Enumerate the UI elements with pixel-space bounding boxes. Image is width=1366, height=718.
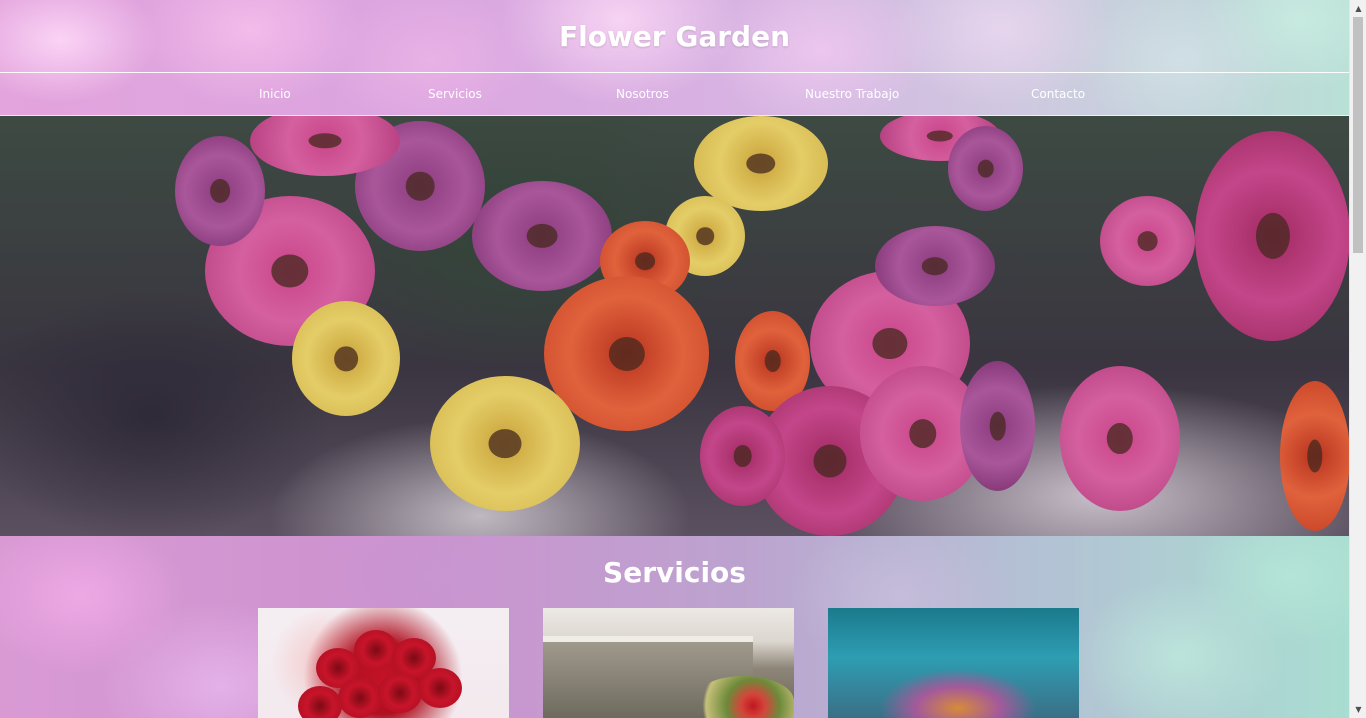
- scroll-thumb[interactable]: [1353, 17, 1363, 253]
- rose-icon: [298, 686, 342, 718]
- purple-flower-icon: [960, 361, 1035, 491]
- nav-item-nosotros[interactable]: Nosotros: [616, 87, 669, 101]
- orange-flower-icon: [1280, 381, 1349, 531]
- site-header: Flower Garden Inicio Servicios Nosotros …: [0, 0, 1349, 116]
- purple-flower-icon: [175, 136, 265, 246]
- purple-flower-icon: [472, 181, 612, 291]
- purple-flower-icon: [948, 126, 1023, 211]
- yellow-flower-icon: [430, 376, 580, 511]
- scroll-up-icon[interactable]: ▲: [1350, 0, 1366, 17]
- site-title: Flower Garden: [558, 20, 791, 53]
- service-card-arrangement[interactable]: [543, 608, 794, 718]
- nav-item-contacto[interactable]: Contacto: [1031, 87, 1085, 101]
- nav-item-nuestro-trabajo[interactable]: Nuestro Trabajo: [805, 87, 899, 101]
- purple-flower-icon: [875, 226, 995, 306]
- pink-flower-icon: [1100, 196, 1195, 286]
- page-scrollbar[interactable]: ▲ ▼: [1349, 0, 1366, 718]
- hero-image: [0, 116, 1349, 536]
- rose-icon: [338, 678, 382, 718]
- magenta-flower-icon: [1195, 131, 1349, 341]
- yellow-flower-icon: [292, 301, 400, 416]
- rose-icon: [354, 630, 398, 670]
- nav-item-inicio[interactable]: Inicio: [259, 87, 291, 101]
- service-card-stand[interactable]: [828, 608, 1079, 718]
- service-card-roses[interactable]: [258, 608, 509, 718]
- services-title: Servicios: [603, 556, 746, 589]
- main-nav: Inicio Servicios Nosotros Nuestro Trabaj…: [0, 72, 1349, 116]
- magenta-flower-icon: [700, 406, 785, 506]
- rose-icon: [378, 673, 422, 713]
- rose-icon: [418, 668, 462, 708]
- pink-flower-icon: [1060, 366, 1180, 511]
- nav-item-servicios[interactable]: Servicios: [428, 87, 482, 101]
- scroll-down-icon[interactable]: ▼: [1350, 701, 1366, 718]
- bouquet-icon: [693, 676, 794, 718]
